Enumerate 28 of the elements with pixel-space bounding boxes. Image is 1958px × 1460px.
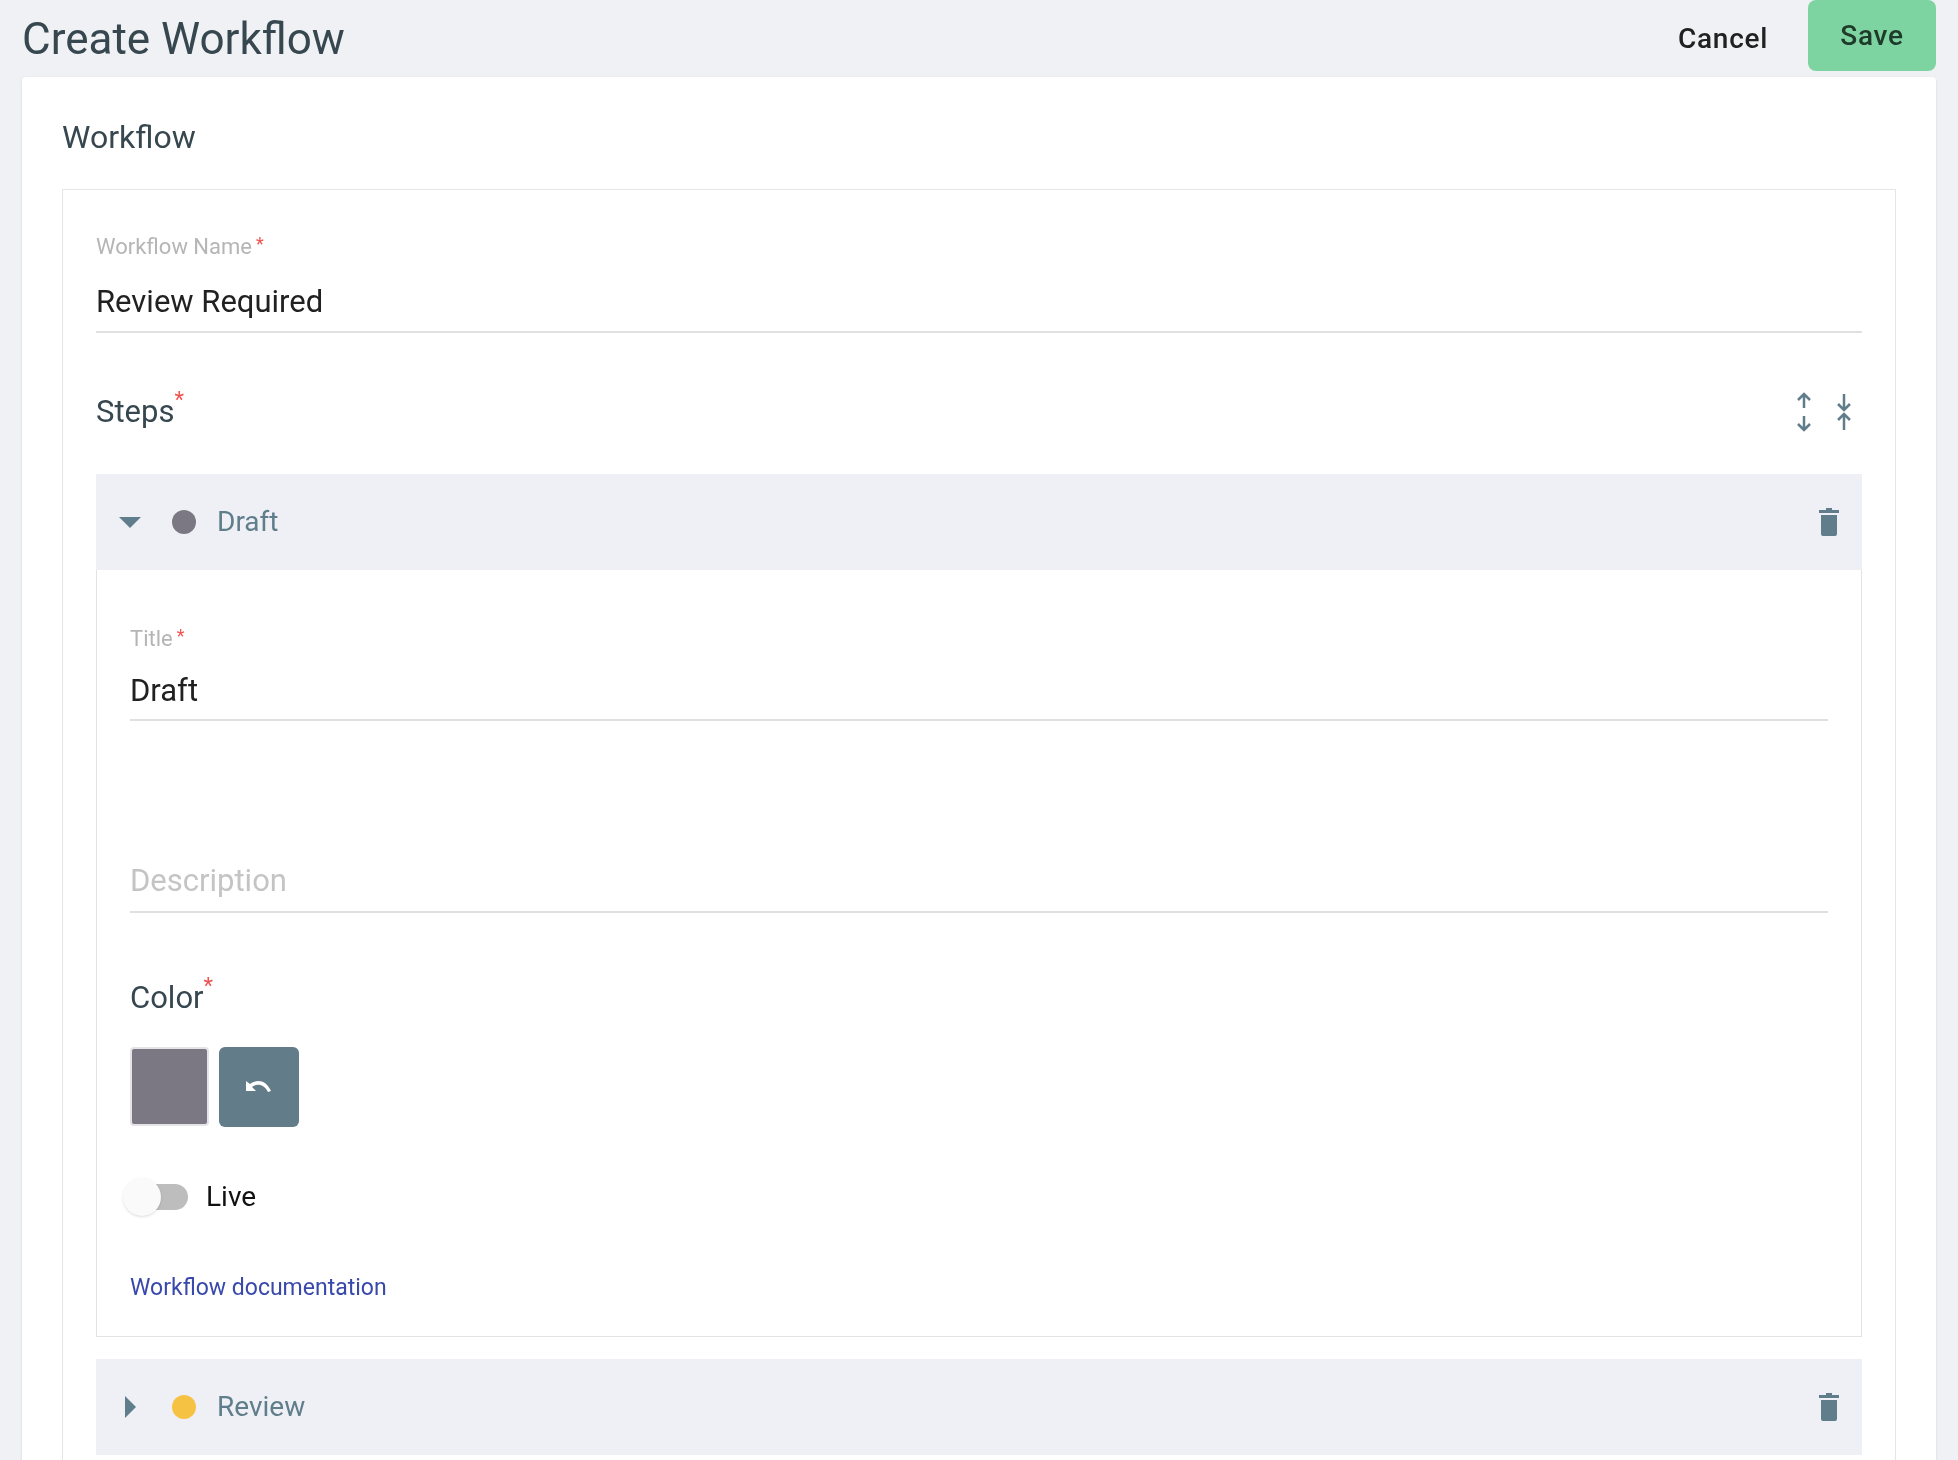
step-header[interactable]: Draft [96,473,1862,570]
step-header[interactable]: Review [96,1358,1862,1455]
trash-icon[interactable] [1818,506,1840,537]
required-asterisk: * [176,623,185,648]
trash-icon[interactable] [1818,1391,1840,1422]
section-title: Workflow [62,117,197,158]
documentation-link[interactable]: Workflow documentation [130,1271,387,1306]
page-title: Create Workflow [22,11,345,67]
expand-all-icon[interactable] [1794,392,1814,433]
section-heading: Color [130,977,204,1018]
collapse-all-icon[interactable] [1834,392,1854,433]
workflow-name-input[interactable]: Review Required [96,271,1862,333]
revert-button[interactable] [219,1047,299,1127]
title-input[interactable]: Draft [130,662,1828,721]
section-heading: Steps [96,392,175,432]
required-asterisk: * [174,389,184,411]
field-label: Workflow Name [96,233,252,261]
field-label: Title [130,624,173,653]
required-asterisk: * [256,232,264,256]
save-button[interactable]: Save [1808,0,1936,71]
toggle-label: Live [206,1179,257,1215]
color-swatch[interactable] [130,1047,209,1126]
undo-icon [244,1079,274,1095]
step-title: Draft [217,503,279,540]
description-input[interactable]: Description [130,850,1828,913]
required-asterisk: * [203,974,214,997]
step-title: Review [217,1388,306,1425]
cancel-button[interactable]: Cancel [1664,7,1782,70]
